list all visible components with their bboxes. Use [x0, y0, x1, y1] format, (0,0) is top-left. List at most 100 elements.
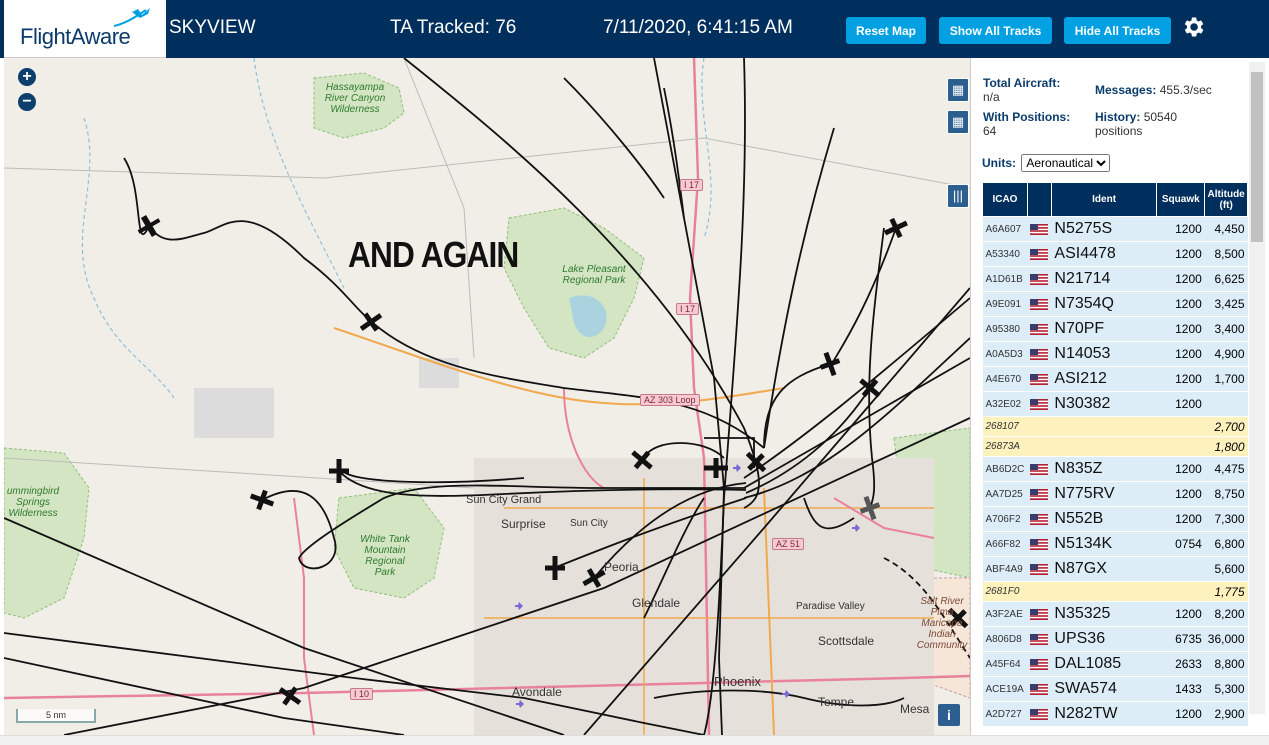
flag-cell: [1027, 626, 1052, 652]
squawk-cell: 1433: [1156, 676, 1205, 702]
with-positions-stat: With Positions: 64: [983, 110, 1071, 138]
show-all-tracks-button[interactable]: Show All Tracks: [939, 17, 1052, 44]
table-row[interactable]: A6A607 N5275S 1200 4,450: [982, 216, 1248, 242]
ident-cell: N70PF: [1051, 316, 1157, 342]
units-control: Units: Aeronautical: [982, 154, 1111, 172]
reset-map-button[interactable]: Reset Map: [846, 17, 926, 44]
columns-toggle-button[interactable]: |||: [947, 184, 969, 208]
ident-cell: N87GX: [1051, 556, 1157, 582]
altitude-cell: 1,700: [1204, 366, 1248, 392]
highway-shield-i17-2: I 17: [676, 303, 700, 315]
map-view[interactable]: + − ▦ ▦ ||| AND AGAIN Hassayampa River C…: [4, 58, 970, 735]
us-flag-icon: [1030, 488, 1049, 500]
altitude-cell: 2,900: [1204, 701, 1248, 727]
icao-cell: ACE19A: [982, 676, 1028, 702]
window-bottom-edge: [0, 735, 1269, 745]
flightaware-logo[interactable]: FlightAware: [4, 0, 166, 58]
grid-icon: ▦: [951, 114, 965, 129]
park-label-hummingbird: ummingbird Springs Wilderness: [6, 486, 60, 519]
flag-cell: [1027, 391, 1052, 417]
squawk-cell: 1200: [1156, 391, 1205, 417]
flag-cell: [1027, 416, 1052, 437]
us-flag-icon: [1030, 298, 1049, 310]
icao-cell: ABF4A9: [982, 556, 1028, 582]
table-row[interactable]: 268107 2,700: [982, 416, 1248, 437]
col-ident[interactable]: Ident: [1050, 182, 1158, 217]
us-flag-icon: [1030, 658, 1049, 670]
table-row[interactable]: A95380 N70PF 1200 3,400: [982, 316, 1248, 342]
table-row[interactable]: A53340 ASI4478 1200 8,500: [982, 241, 1248, 267]
table-row[interactable]: A2D727 N282TW 1200 2,900: [982, 701, 1248, 727]
gear-icon[interactable]: [1180, 14, 1206, 40]
table-row[interactable]: A3F2AE N35325 1200 8,200: [982, 601, 1248, 627]
flag-cell: [1027, 316, 1052, 342]
info-button[interactable]: i: [938, 704, 960, 726]
total-aircraft-value: n/a: [983, 90, 1000, 104]
total-aircraft-stat: Total Aircraft: n/a: [983, 76, 1061, 104]
grid-button[interactable]: ▦: [947, 110, 969, 134]
squawk-cell: [1156, 581, 1205, 602]
map-scale: 5 nm: [16, 709, 96, 723]
zoom-out-button[interactable]: −: [18, 93, 36, 111]
scrollbar-thumb[interactable]: [1251, 72, 1263, 242]
table-row[interactable]: AA7D25 N775RV 1200 8,750: [982, 481, 1248, 507]
flag-cell: [1027, 651, 1052, 677]
minus-icon: −: [22, 93, 32, 110]
table-row[interactable]: A66F82 N5134K 0754 6,800: [982, 531, 1248, 557]
icao-cell: 268107: [982, 416, 1028, 437]
col-flag[interactable]: [1026, 182, 1052, 217]
table-row[interactable]: A706F2 N552B 1200 7,300: [982, 506, 1248, 532]
squawk-cell: 0754: [1156, 531, 1205, 557]
ident-cell: DAL1085: [1051, 651, 1157, 677]
table-scrollbar[interactable]: [1249, 62, 1265, 714]
ident-cell: N282TW: [1051, 701, 1157, 727]
squawk-cell: 6735: [1156, 626, 1205, 652]
col-squawk[interactable]: Squawk: [1156, 182, 1206, 217]
table-row[interactable]: A45F64 DAL1085 2633 8,800: [982, 651, 1248, 677]
ident-cell: [1051, 581, 1157, 602]
table-row[interactable]: A4E670 ASI212 1200 1,700: [982, 366, 1248, 392]
table-row[interactable]: A32E02 N30382 1200: [982, 391, 1248, 417]
columns-icon: |||: [952, 188, 964, 203]
squawk-cell: 1200: [1156, 366, 1205, 392]
altitude-cell: 5,600: [1204, 556, 1248, 582]
table-row[interactable]: A9E091 N7354Q 1200 3,425: [982, 291, 1248, 317]
table-row[interactable]: A1D61B N21714 1200 6,625: [982, 266, 1248, 292]
table-row[interactable]: 2681F0 1,775: [982, 581, 1248, 602]
icao-cell: A6A607: [982, 216, 1028, 242]
units-select[interactable]: Aeronautical: [1021, 154, 1111, 172]
us-flag-icon: [1030, 563, 1049, 575]
altitude-cell: 4,475: [1204, 456, 1248, 482]
table-row[interactable]: A806D8 UPS36 6735 36,000: [982, 626, 1248, 652]
logo-text: FlightAware: [20, 24, 131, 49]
flag-cell: [1027, 506, 1052, 532]
ident-cell: UPS36: [1051, 626, 1157, 652]
park-label-white-tank: White Tank Mountain Regional Park: [360, 534, 410, 578]
place-label-tempe: Tempe: [818, 695, 855, 709]
place-label-sun-city: Sun City: [570, 518, 608, 529]
place-label-glendale: Glendale: [632, 596, 681, 610]
table-row[interactable]: 26873A 1,800: [982, 436, 1248, 457]
squawk-cell: 1200: [1156, 456, 1205, 482]
table-row[interactable]: ACE19A SWA574 1433 5,300: [982, 676, 1248, 702]
flag-cell: [1027, 266, 1052, 292]
col-altitude[interactable]: Altitude (ft): [1204, 182, 1248, 217]
aircraft-sidebar: Total Aircraft: n/a Messages: 455.3/sec …: [970, 58, 1269, 735]
zoom-in-button[interactable]: +: [18, 68, 36, 86]
table-row[interactable]: ABF4A9 N87GX 5,600: [982, 556, 1248, 582]
park-label-salt-river: Salt River Pima Maricopa Indian Communit…: [916, 596, 968, 651]
map-icon: ▦: [951, 82, 965, 97]
col-icao[interactable]: ICAO: [982, 182, 1028, 217]
table-row[interactable]: AB6D2C N835Z 1200 4,475: [982, 456, 1248, 482]
hide-all-tracks-button[interactable]: Hide All Tracks: [1064, 17, 1171, 44]
us-flag-icon: [1030, 323, 1049, 335]
park-label-hassayampa: Hassayampa River Canyon Wilderness: [324, 82, 386, 115]
table-row[interactable]: A0A5D3 N14053 1200 4,900: [982, 341, 1248, 367]
map-layer-button[interactable]: ▦: [947, 78, 969, 102]
ident-cell: [1051, 416, 1157, 437]
squawk-cell: 1200: [1156, 216, 1205, 242]
highway-shield-az303: AZ 303 Loop: [640, 394, 700, 406]
ident-cell: [1051, 436, 1157, 457]
ident-cell: ASI212: [1051, 366, 1157, 392]
app-name: SKYVIEW: [169, 17, 256, 38]
